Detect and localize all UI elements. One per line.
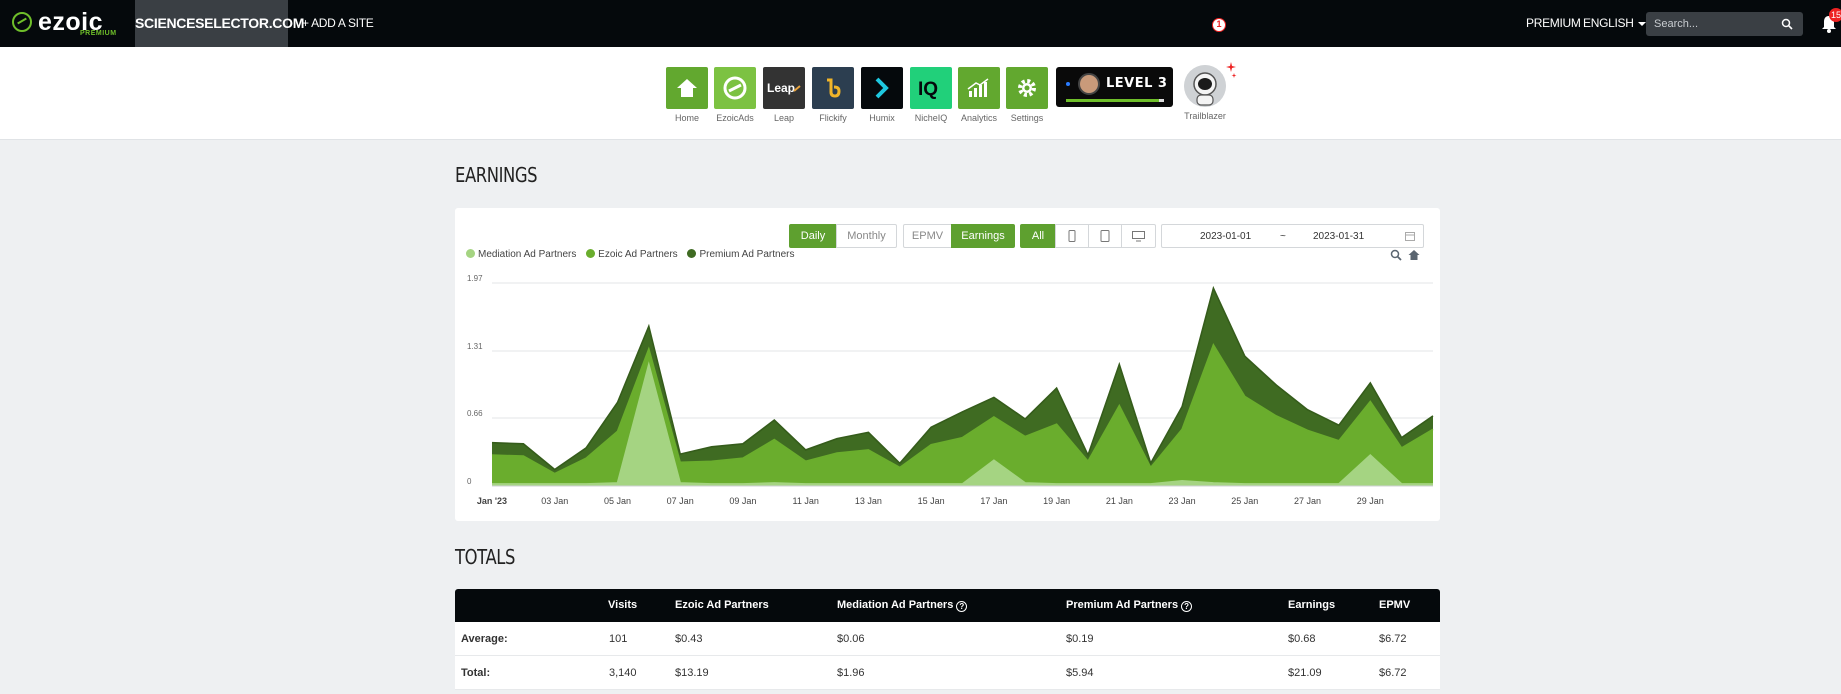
sparkle-icon (1226, 62, 1237, 78)
level-text: LEVEL 3 (1106, 76, 1168, 91)
header-mediation-label: Mediation Ad Partners (837, 599, 954, 611)
leap-icon: Leap (763, 67, 805, 109)
table-row: Average: 101 $0.43 $0.06 $0.19 $0.68 $6.… (455, 622, 1440, 656)
language-label: ENGLISH (1583, 16, 1634, 30)
cell-mediation: $1.96 (837, 667, 865, 679)
row-label: Total: (461, 667, 491, 679)
search-icon[interactable] (1781, 18, 1793, 30)
trailblazer-badge: 1 (1212, 18, 1226, 32)
x-tick-label: 23 Jan (1169, 496, 1196, 506)
gear-icon (1006, 67, 1048, 109)
humix-icon (861, 67, 903, 109)
app-label: Settings (1010, 113, 1044, 123)
y-tick-label: 0 (467, 477, 472, 486)
chevron-down-icon (1637, 21, 1646, 26)
x-tick-label: 11 Jan (792, 496, 818, 506)
app-flickify[interactable]: Flickify (812, 67, 854, 123)
earnings-title: EARNINGS (455, 163, 538, 187)
svg-text:Leap: Leap (767, 81, 795, 95)
x-tick-label: 07 Jan (667, 496, 694, 506)
x-tick-label: 05 Jan (604, 496, 631, 506)
trailblazer-button[interactable]: Trailblazer (1183, 65, 1227, 121)
totals-title: TOTALS (455, 545, 515, 569)
y-tick-label: 1.31 (467, 342, 483, 351)
cell-premium: $5.94 (1066, 667, 1094, 679)
x-tick-label: 09 Jan (729, 496, 756, 506)
help-icon[interactable]: ? (956, 601, 968, 612)
language-dropdown[interactable]: ENGLISH (1583, 0, 1646, 47)
header-visits: Visits (608, 599, 638, 611)
app-leap[interactable]: Leap Leap (763, 67, 805, 123)
x-tick-label: 27 Jan (1294, 496, 1321, 506)
notification-badge: 15 (1829, 8, 1841, 22)
x-tick-label: 21 Jan (1106, 496, 1133, 506)
app-humix[interactable]: Humix (861, 67, 903, 123)
home-icon (666, 67, 708, 109)
astronaut-icon (1184, 65, 1226, 107)
nicheiq-icon: IQ (910, 67, 952, 109)
header-earnings: Earnings (1288, 599, 1336, 611)
level-progress-fill (1066, 99, 1160, 102)
app-settings[interactable]: Settings (1006, 67, 1048, 123)
site-selector-tab[interactable]: SCIENCESELECTOR.COM (135, 0, 304, 47)
table-header: Visits Ezoic Ad Partners Mediation Ad Pa… (455, 589, 1440, 622)
x-tick-label: Jan '23 (477, 496, 507, 506)
app-launcher-bar: Home EzoicAds Leap Leap Flickify Humix I… (0, 47, 1841, 140)
add-site-link[interactable]: + ADD A SITE (302, 0, 374, 47)
trailblazer-label: Trailblazer (1184, 111, 1226, 121)
avatar (1078, 73, 1100, 95)
header-ezoic: Ezoic Ad Partners (675, 599, 769, 611)
cell-earnings: $0.68 (1288, 633, 1316, 645)
table-row: Total: 3,140 $13.19 $1.96 $5.94 $21.09 $… (455, 656, 1440, 690)
x-tick-label: 29 Jan (1357, 496, 1384, 506)
flickify-icon (812, 67, 854, 109)
top-navbar: ezoic PREMIUM SCIENCESELECTOR.COM + ADD … (0, 0, 1841, 47)
premium-link[interactable]: PREMIUM (1526, 0, 1581, 47)
level-progress-bar (1066, 99, 1164, 102)
y-tick-label: 1.97 (467, 274, 483, 283)
row-label: Average: (461, 633, 508, 645)
analytics-icon (958, 67, 1000, 109)
app-ezoicads[interactable]: EzoicAds (714, 67, 756, 123)
x-tick-label: 25 Jan (1231, 496, 1258, 506)
header-epmv: EPMV (1379, 599, 1411, 611)
cell-visits: 3,140 (609, 667, 637, 679)
x-tick-label: 17 Jan (980, 496, 1007, 506)
status-dot (1066, 82, 1070, 86)
cell-ezoic: $0.43 (675, 633, 703, 645)
cell-premium: $0.19 (1066, 633, 1094, 645)
ezoicads-icon (714, 67, 756, 109)
cell-epmv: $6.72 (1379, 633, 1407, 645)
x-tick-label: 03 Jan (541, 496, 568, 506)
cell-epmv: $6.72 (1379, 667, 1407, 679)
level-badge[interactable]: LEVEL 3 (1056, 67, 1173, 107)
cell-mediation: $0.06 (837, 633, 865, 645)
ezoic-logo[interactable]: ezoic PREMIUM (12, 8, 132, 40)
cell-visits: 101 (609, 633, 628, 645)
app-home[interactable]: Home (666, 67, 708, 123)
cell-earnings: $21.09 (1288, 667, 1322, 679)
header-mediation: Mediation Ad Partners? (837, 589, 968, 622)
y-tick-label: 0.66 (467, 409, 483, 418)
cell-ezoic: $13.19 (675, 667, 709, 679)
app-nicheiq[interactable]: IQ NicheIQ (910, 67, 952, 123)
x-tick-label: 15 Jan (918, 496, 945, 506)
svg-text:IQ: IQ (918, 79, 938, 99)
search-input[interactable] (1646, 12, 1803, 36)
x-tick-label: 13 Jan (855, 496, 882, 506)
logo-subtext: PREMIUM (80, 30, 117, 37)
totals-table: Visits Ezoic Ad Partners Mediation Ad Pa… (455, 589, 1440, 690)
x-tick-label: 19 Jan (1043, 496, 1070, 506)
app-analytics[interactable]: Analytics (958, 67, 1000, 123)
ezoic-logo-icon (12, 12, 32, 32)
header-premium: Premium Ad Partners? (1066, 589, 1193, 622)
earnings-area-chart: 0 0.66 1.31 1.97 Jan '23 03 Jan 05 Jan 07 Jan 09… (467, 274, 1434, 506)
help-icon[interactable]: ? (1181, 601, 1193, 612)
header-premium-label: Premium Ad Partners (1066, 599, 1179, 611)
